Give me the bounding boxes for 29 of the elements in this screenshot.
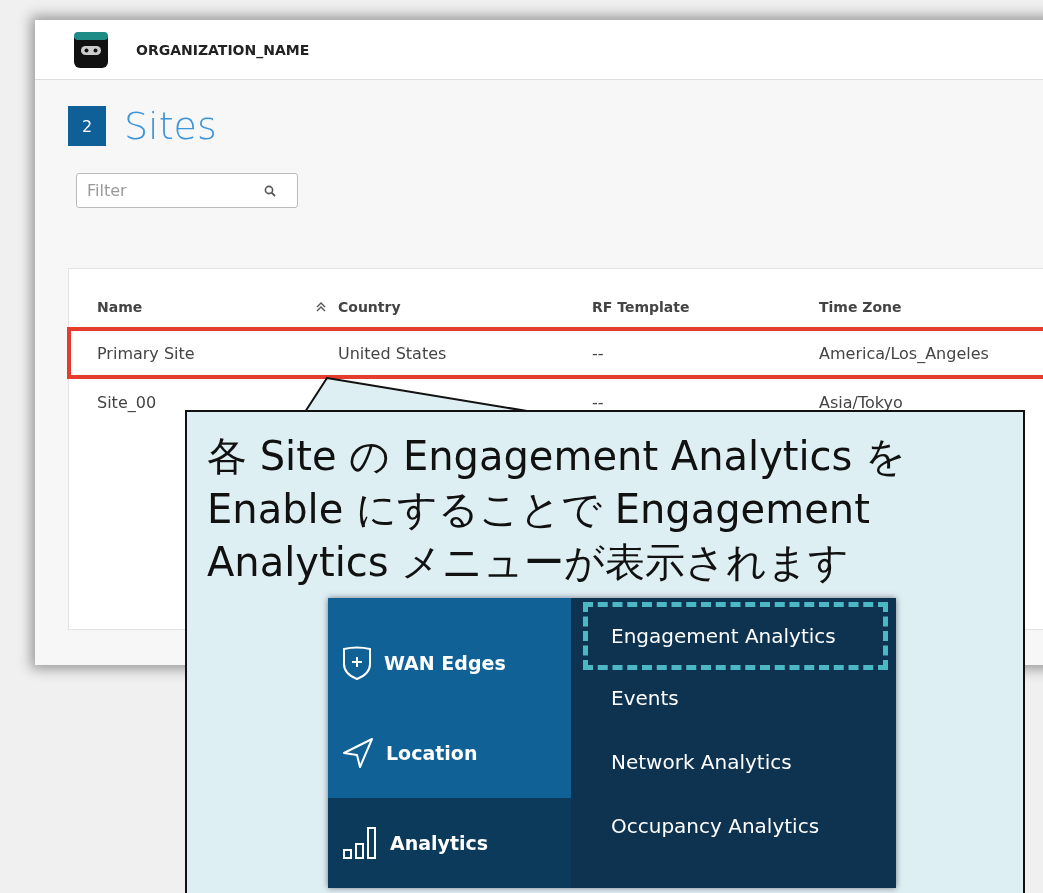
table-cell: United States: [338, 343, 447, 363]
callout-text: 各 Site の Engagement Analytics を Enable にすることで Engagement Analytics メニューが表示されます: [207, 432, 908, 587]
organization-name: ORGANIZATION_NAME: [136, 41, 310, 58]
shield-plus-icon: [342, 646, 372, 680]
column-header[interactable]: Country: [338, 299, 401, 315]
site-count-badge: 2: [68, 106, 106, 146]
search-icon: [264, 185, 276, 197]
table-cell: Asia/Tokyo: [819, 392, 903, 412]
bar-chart-icon: [342, 826, 378, 860]
column-header[interactable]: Time Zone: [819, 299, 902, 315]
table-cell: America/Los_Angeles: [819, 343, 989, 363]
sidebar-item[interactable]: Analytics: [328, 798, 571, 888]
sort-icon[interactable]: [316, 302, 326, 312]
sidebar-item[interactable]: Location: [328, 708, 571, 798]
submenu-item[interactable]: Network Analytics: [583, 730, 888, 794]
sidebar-item[interactable]: WAN Edges: [328, 618, 571, 708]
submenu-item[interactable]: Occupancy Analytics: [583, 794, 888, 858]
submenu-item[interactable]: Engagement Analytics: [583, 602, 888, 670]
page-title: Sites: [124, 104, 217, 148]
table-cell: --: [592, 343, 604, 363]
table-cell: Site_00: [97, 392, 157, 412]
table-cell: --: [592, 392, 604, 412]
table-cell: Primary Site: [97, 343, 195, 363]
column-header[interactable]: Name: [97, 299, 143, 315]
highlighted-table-row[interactable]: Primary Site United States -- America/Los_Angeles: [67, 327, 1043, 379]
filter-field[interactable]: Filter: [76, 173, 298, 208]
column-header[interactable]: RF Template: [592, 299, 690, 315]
robot-logo-icon: [73, 30, 109, 69]
navigation-arrow-icon: [342, 737, 374, 769]
